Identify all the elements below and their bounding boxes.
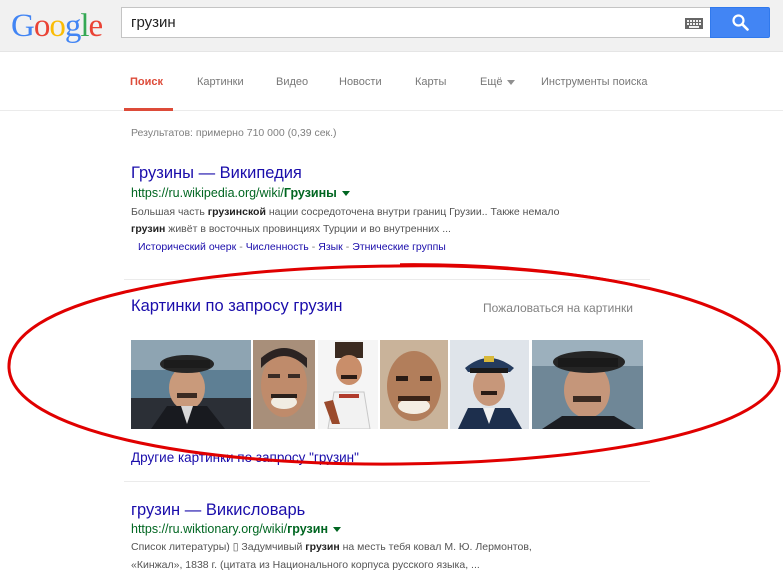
search-button[interactable]: [710, 7, 770, 38]
tab-more[interactable]: Ещё: [480, 76, 515, 88]
snippet-text: «Кинжал», 1838 г. (цитата из Национально…: [131, 559, 480, 571]
tab-more-label: Ещё: [480, 76, 503, 88]
snippet-text: Большая часть: [131, 206, 208, 218]
header: Google: [0, 0, 783, 52]
result-title[interactable]: грузин — Викисловарь: [131, 501, 305, 520]
active-tab-indicator: [124, 108, 173, 111]
snippet-text: Список литературы): [131, 541, 233, 553]
snippet-keyword: грузин: [131, 223, 166, 235]
sitelink-separator: -: [345, 241, 350, 253]
sitelinks: Исторический очерк - Численность - Язык - Этни…: [138, 241, 446, 253]
keyboard-icon[interactable]: [685, 18, 703, 29]
logo-letter: e: [88, 8, 104, 44]
search-icon: [732, 14, 749, 31]
divider: [124, 279, 650, 280]
snippet-text: Задумчивый: [238, 541, 306, 553]
logo-letter: G: [11, 8, 35, 44]
snippet-text: нации сосредоточена внутри границ Грузии…: [265, 206, 560, 218]
sitelink-separator: -: [239, 241, 243, 253]
snippet-text: на месть тебя ковал М. Ю. Лермонтов,: [339, 541, 532, 553]
tab-search-tools[interactable]: Инструменты поиска: [541, 76, 648, 88]
result-url-prefix: https://ru.wikipedia.org/wiki/: [131, 186, 284, 200]
result-url-bold: грузин: [287, 522, 328, 536]
search-nav: Поиск Картинки Видео Новости Карты Ещё И…: [0, 53, 783, 111]
result-url[interactable]: https://ru.wikipedia.org/wiki/Грузины: [131, 186, 350, 200]
image-thumbnail[interactable]: [532, 340, 643, 429]
result-url-prefix: https://ru.wiktionary.org/wiki/: [131, 522, 288, 536]
tab-search[interactable]: Поиск: [130, 76, 163, 88]
snippet-keyword: грузин: [305, 541, 340, 553]
result-title[interactable]: Грузины — Википедия: [131, 164, 302, 183]
search-input[interactable]: [131, 8, 671, 37]
search-box[interactable]: [121, 7, 710, 38]
sitelink[interactable]: Численность: [246, 241, 309, 253]
result-snippet-line: «Кинжал», 1838 г. (цитата из Национально…: [131, 557, 480, 574]
image-thumbnail[interactable]: [131, 340, 251, 429]
image-thumbnail[interactable]: [380, 340, 448, 429]
result-snippet-line: Список литературы) ▯ Задумчивый грузин н…: [131, 539, 532, 556]
result-snippet-line: Большая часть грузинской нации сосредото…: [131, 204, 559, 221]
snippet-keyword: грузинской: [207, 206, 266, 218]
image-thumbnail[interactable]: [450, 340, 529, 429]
divider: [124, 481, 650, 482]
google-logo[interactable]: Google: [11, 6, 104, 46]
tab-news[interactable]: Новости: [339, 76, 382, 88]
logo-letter: l: [80, 8, 89, 44]
chevron-down-icon[interactable]: [341, 191, 350, 197]
image-thumbnail[interactable]: [253, 340, 315, 429]
sitelink[interactable]: Исторический очерк: [138, 241, 236, 253]
chevron-down-icon: [506, 79, 515, 85]
image-thumbnail[interactable]: [318, 340, 378, 429]
logo-letter: g: [64, 8, 81, 44]
result-snippet-line: грузин живёт в восточных провинциях Турц…: [131, 221, 451, 238]
images-heading[interactable]: Картинки по запросу грузин: [131, 297, 342, 316]
report-images-link[interactable]: Пожаловаться на картинки: [483, 301, 633, 315]
logo-letter: o: [33, 8, 50, 44]
logo-letter: o: [49, 8, 65, 44]
result-url[interactable]: https://ru.wiktionary.org/wiki/грузин: [131, 522, 341, 536]
result-url-bold: Грузины: [283, 186, 337, 200]
tab-maps[interactable]: Карты: [415, 76, 446, 88]
chevron-down-icon[interactable]: [333, 527, 341, 533]
sitelink-separator: -: [311, 241, 316, 253]
more-images-link[interactable]: Другие картинки по запросу "грузин": [131, 450, 359, 465]
snippet-text: живёт в восточных провинциях Турции и во…: [165, 223, 451, 235]
tab-video[interactable]: Видео: [276, 76, 308, 88]
result-stats: Результатов: примерно 710 000 (0,39 сек.…: [131, 127, 337, 139]
sitelink[interactable]: Этнические группы: [352, 241, 446, 253]
tab-images[interactable]: Картинки: [197, 76, 244, 88]
sitelink[interactable]: Язык: [318, 241, 343, 253]
